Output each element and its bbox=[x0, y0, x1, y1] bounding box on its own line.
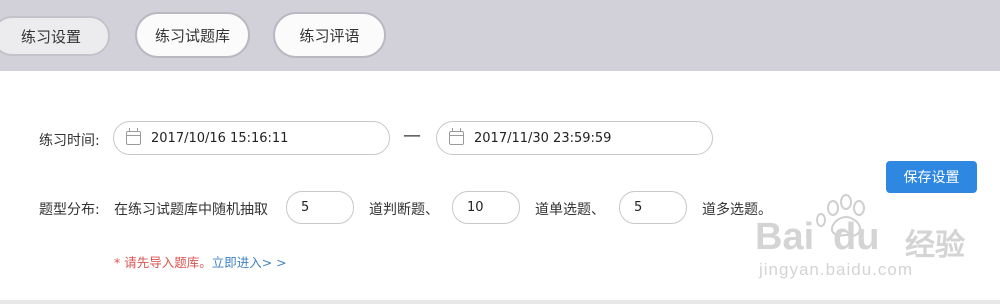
multi-choice-count-value: 5 bbox=[634, 200, 643, 215]
start-time-field[interactable]: 2017/10/16 15:16:11 bbox=[113, 121, 390, 155]
calendar-icon bbox=[126, 128, 141, 145]
judge-count-input[interactable]: 5 bbox=[286, 191, 354, 224]
single-choice-count-input[interactable]: 10 bbox=[452, 191, 520, 224]
baidu-watermark-url: jingyan.baidu.com bbox=[759, 260, 914, 279]
tab-practice-question-bank[interactable]: 练习试题库 bbox=[135, 12, 250, 58]
import-notice: * 请先导入题库。立即进入> > bbox=[114, 252, 287, 271]
time-range-separator: — bbox=[403, 125, 421, 146]
practice-time-label: 练习时间: bbox=[39, 133, 100, 149]
tab-practice-settings[interactable]: 练习设置 bbox=[0, 16, 110, 56]
import-notice-text: * 请先导入题库。 bbox=[114, 255, 212, 270]
random-draw-text: 在练习试题库中随机抽取 bbox=[114, 202, 268, 218]
start-time-value: 2017/10/16 15:16:11 bbox=[151, 130, 289, 146]
bottom-divider bbox=[0, 300, 1000, 304]
baidu-brand-cn: 经验 bbox=[905, 228, 965, 263]
enter-now-link[interactable]: 立即进入> > bbox=[212, 255, 287, 270]
judge-count-value: 5 bbox=[301, 200, 310, 215]
judge-suffix-text: 道判断题、 bbox=[369, 202, 439, 218]
baidu-watermark: Bai du 经验 jingyan.baidu.com bbox=[745, 190, 995, 285]
single-choice-suffix-text: 道单选题、 bbox=[535, 202, 605, 218]
single-choice-count-value: 10 bbox=[467, 200, 484, 215]
calendar-icon bbox=[449, 128, 464, 145]
save-settings-button[interactable]: 保存设置 bbox=[886, 161, 977, 193]
baidu-brand-right: du bbox=[833, 216, 880, 258]
question-distribution-label: 题型分布: bbox=[39, 202, 100, 218]
tab-practice-comments[interactable]: 练习评语 bbox=[273, 12, 386, 58]
multi-choice-count-input[interactable]: 5 bbox=[619, 191, 687, 224]
tab-bar: 练习设置 练习试题库 练习评语 bbox=[0, 0, 1000, 71]
end-time-value: 2017/11/30 23:59:59 bbox=[474, 130, 612, 146]
baidu-brand-left: Bai bbox=[755, 216, 815, 258]
end-time-field[interactable]: 2017/11/30 23:59:59 bbox=[436, 121, 713, 155]
